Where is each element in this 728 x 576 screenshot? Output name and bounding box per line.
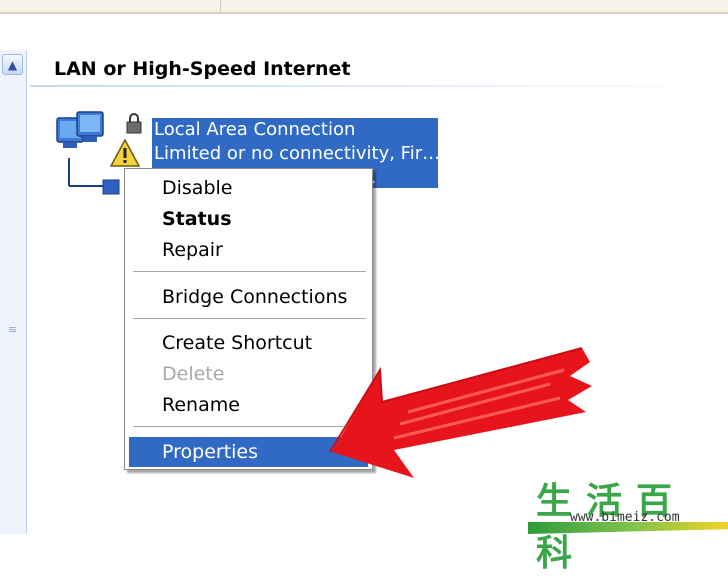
menu-item-repair[interactable]: Repair [125, 235, 372, 265]
connection-status: Limited or no connectivity, Fir… [154, 143, 438, 164]
scroll-grip-icon[interactable]: ≡ [8, 324, 18, 335]
red-arrow-icon [329, 347, 592, 478]
top-toolbar-strip [0, 0, 728, 14]
section-divider [30, 85, 728, 87]
menu-item-disable[interactable]: Disable [125, 173, 372, 203]
toolbar-separator [220, 0, 221, 12]
menu-item-status[interactable]: Status [125, 204, 372, 234]
chevron-up-icon[interactable]: ▲ [2, 54, 23, 75]
warning-icon [109, 138, 141, 167]
watermark: 生活百科 www.bimeiz.com [528, 472, 728, 574]
menu-separator [133, 318, 366, 320]
connection-name: Local Area Connection [154, 119, 356, 140]
section-title: LAN or High-Speed Internet [54, 58, 351, 80]
menu-separator [133, 271, 366, 273]
lock-icon [126, 113, 142, 134]
menu-item-bridge-connections[interactable]: Bridge Connections [125, 282, 372, 312]
left-scrollbar[interactable]: ▲ ≡ [0, 50, 27, 534]
